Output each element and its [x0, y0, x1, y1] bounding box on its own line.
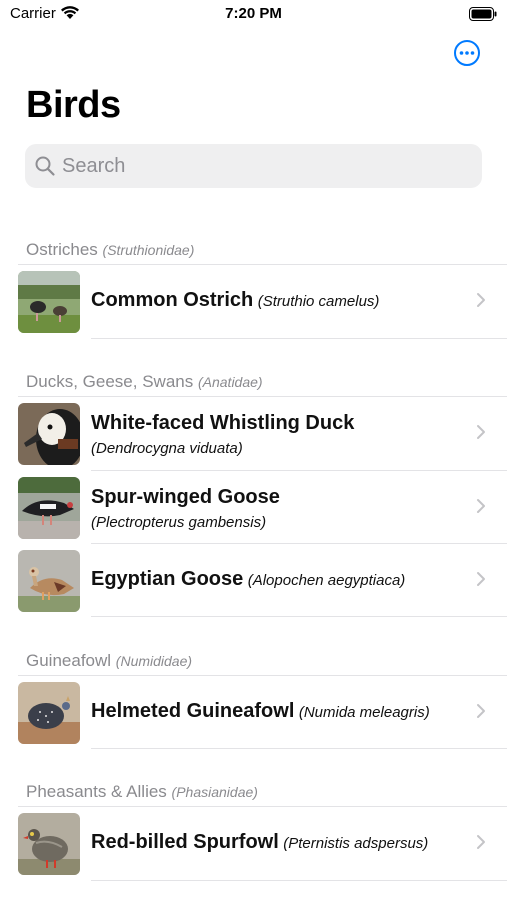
row-separator [91, 338, 507, 339]
section-top-separator [18, 806, 507, 807]
list-item-white-faced-whistling-duck[interactable]: White-faced Whistling Duck (Dendrocygna … [0, 398, 507, 470]
page-title: Birds [26, 84, 121, 126]
bird-scientific-name: (Plectropterus gambensis) [91, 514, 267, 531]
section-top-separator [18, 675, 507, 676]
item-sublabel: (Dendrocygna viduata) [91, 440, 243, 458]
section-header-ostriches: Ostriches (Struthionidae) [26, 240, 194, 260]
row-separator [91, 880, 507, 881]
bird-name: Egyptian Goose [91, 568, 244, 590]
bird-name: Spur-winged Goose [91, 486, 280, 508]
section-family: (Phasianidae) [171, 784, 258, 800]
row-separator [91, 470, 507, 471]
section-title: Ostriches [26, 240, 98, 259]
status-bar: Carrier 7:20 PM [0, 0, 507, 30]
chevron-right-icon [476, 834, 486, 855]
bird-scientific-name: (Struthio camelus) [257, 293, 380, 310]
search-bar[interactable] [25, 144, 482, 188]
item-label: Helmeted Guineafowl (Numida meleagris) [91, 700, 430, 723]
bird-thumbnail [18, 813, 80, 875]
chevron-right-icon [476, 424, 486, 445]
chevron-right-icon [476, 703, 486, 724]
search-input[interactable] [62, 144, 462, 188]
section-title: Pheasants & Allies [26, 782, 167, 801]
more-options-button[interactable] [453, 39, 481, 67]
section-header-pheasants: Pheasants & Allies (Phasianidae) [26, 782, 258, 802]
bird-name: White-faced Whistling Duck [91, 412, 355, 434]
bird-name: Red-billed Spurfowl [91, 831, 279, 853]
row-separator [91, 543, 507, 544]
battery-icon [469, 7, 497, 26]
bird-scientific-name: (Pternistis adspersus) [283, 835, 429, 852]
bird-scientific-name: (Alopochen aegyptiaca) [247, 572, 406, 589]
section-header-guineafowl: Guineafowl (Numididae) [26, 651, 192, 671]
row-separator [91, 748, 507, 749]
bird-name: Common Ostrich [91, 289, 254, 311]
ellipsis-circle-icon[interactable] [453, 39, 481, 67]
section-top-separator [18, 264, 507, 265]
section-title: Ducks, Geese, Swans [26, 372, 194, 391]
section-family: (Struthionidae) [102, 242, 195, 258]
row-separator [91, 616, 507, 617]
clock-time: 7:20 PM [225, 5, 282, 22]
chevron-right-icon [476, 498, 486, 519]
section-top-separator [18, 396, 507, 397]
bird-thumbnail [18, 682, 80, 744]
list-item-common-ostrich[interactable]: Common Ostrich (Struthio camelus) [0, 266, 507, 338]
item-label: White-faced Whistling Duck [91, 412, 354, 435]
section-header-ducks: Ducks, Geese, Swans (Anatidae) [26, 372, 263, 392]
bird-thumbnail [18, 403, 80, 465]
bird-thumbnail [18, 550, 80, 612]
chevron-right-icon [476, 571, 486, 592]
bird-name: Helmeted Guineafowl [91, 700, 295, 722]
list-item-egyptian-goose[interactable]: Egyptian Goose (Alopochen aegyptiaca) [0, 545, 507, 617]
list-item-helmeted-guineafowl[interactable]: Helmeted Guineafowl (Numida meleagris) [0, 677, 507, 749]
bird-thumbnail [18, 477, 80, 539]
item-label: Common Ostrich (Struthio camelus) [91, 289, 379, 312]
section-family: (Anatidae) [197, 374, 263, 390]
list-item-spur-winged-goose[interactable]: Spur-winged Goose (Plectropterus gambens… [0, 472, 507, 544]
item-label: Egyptian Goose (Alopochen aegyptiaca) [91, 568, 405, 591]
section-title: Guineafowl [26, 651, 112, 670]
item-label: Spur-winged Goose [91, 486, 280, 509]
bird-thumbnail [18, 271, 80, 333]
item-label: Red-billed Spurfowl (Pternistis adspersu… [91, 831, 428, 854]
search-icon [34, 155, 56, 182]
item-sublabel: (Plectropterus gambensis) [91, 514, 266, 532]
section-family: (Numididae) [115, 653, 193, 669]
chevron-right-icon [476, 292, 486, 313]
bird-scientific-name: (Numida meleagris) [298, 704, 430, 721]
list-item-red-billed-spurfowl[interactable]: Red-billed Spurfowl (Pternistis adspersu… [0, 808, 507, 880]
bird-scientific-name: (Dendrocygna viduata) [91, 440, 243, 457]
